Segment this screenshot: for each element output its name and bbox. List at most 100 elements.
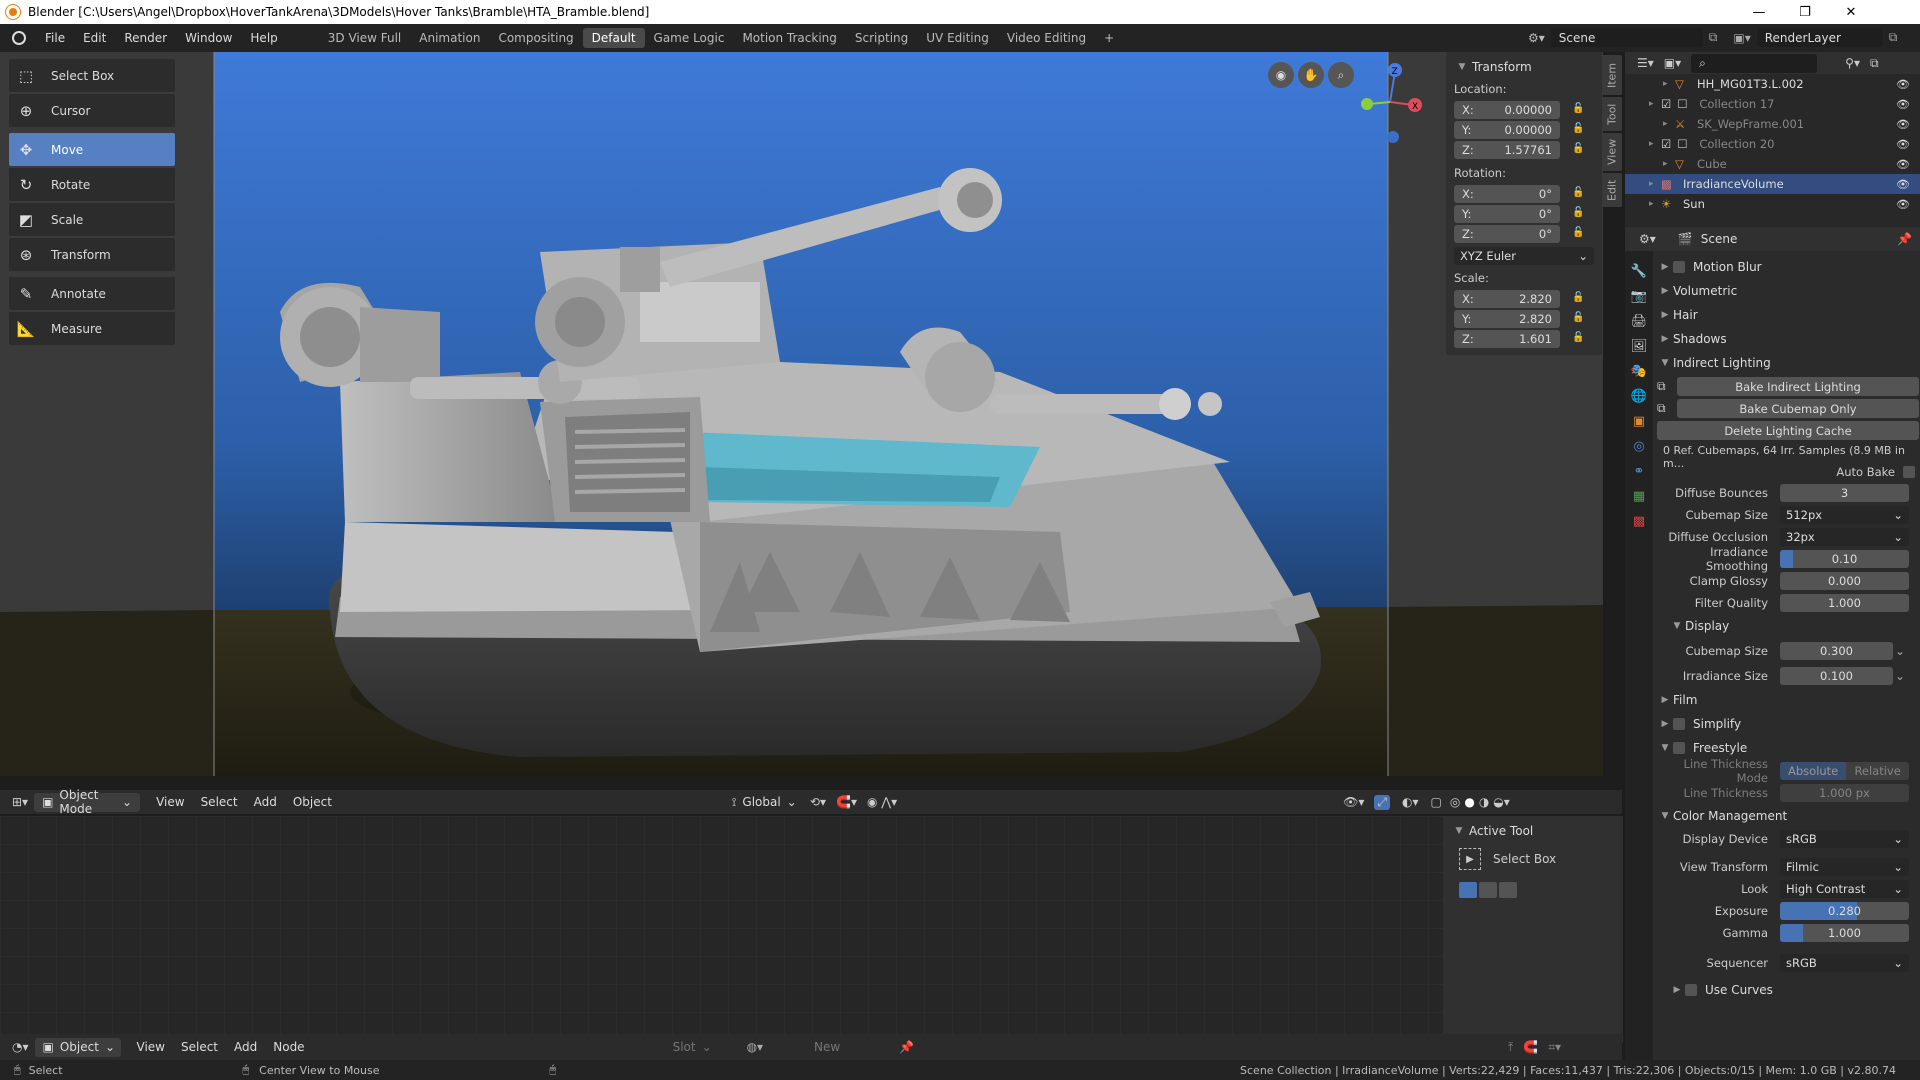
tool-measure[interactable]: 📐 Measure [9,312,175,345]
new-scene-icon[interactable]: ⧉ [1709,30,1718,45]
lock-icon[interactable]: 🔓 [1572,312,1586,326]
tool-cursor[interactable]: ⊕ Cursor [9,94,175,127]
pin-icon[interactable]: 📌 [1897,232,1912,246]
workspace-tab-motion-tracking[interactable]: Motion Tracking [733,28,845,48]
select-mode-new-icon[interactable] [1459,882,1477,898]
sidebar-tab-edit[interactable]: Edit [1602,173,1622,207]
pin-icon[interactable]: 📌 [899,1040,914,1054]
parent-node-icon[interactable]: ⤒ [1508,1040,1513,1055]
data-tab-icon[interactable]: ▦ [1628,485,1650,507]
workspace-tab-game-logic[interactable]: Game Logic [645,28,734,48]
section-shadows[interactable]: ▶ Shadows [1657,327,1919,351]
checkbox-icon[interactable] [1673,261,1685,273]
minimize-button[interactable]: — [1736,0,1782,24]
zoom-icon[interactable]: ⌕ [1328,62,1354,88]
display-mode-icon[interactable]: ▣▾ [1664,56,1681,70]
checkbox-icon[interactable]: ☑ [1661,97,1671,111]
maximize-button[interactable]: ❐ [1782,0,1828,24]
menu-edit[interactable]: Edit [74,31,115,45]
new-collection-icon[interactable]: ⧉ [1870,56,1879,71]
expand-arrow-icon[interactable]: ▸ [1649,99,1661,109]
field-slider[interactable]: 0.280 [1780,902,1909,920]
lock-icon[interactable]: 🔓 [1572,143,1586,157]
field-number[interactable]: 1.000 [1780,594,1909,612]
chevron-down-icon[interactable]: ⌄ [1895,644,1909,658]
eye-icon[interactable]: 👁 [1896,138,1910,151]
lock-icon[interactable]: 🔓 [1572,187,1586,201]
field-dropdown[interactable]: 32px ⌄ [1780,528,1909,546]
rotation-x-field[interactable]: X: 0° [1454,185,1560,203]
display-size-field[interactable]: 0.300 [1780,641,1893,660]
lock-icon[interactable]: 🔓 [1572,123,1586,137]
chevron-down-icon[interactable]: ⌄ [1895,669,1909,683]
camera-view-icon[interactable]: ◉ [1268,62,1294,88]
shading-solid-icon[interactable]: ● [1464,795,1474,809]
output-tab-icon[interactable]: 🖨 [1628,310,1650,332]
lock-icon[interactable]: 🔓 [1572,227,1586,241]
transform-orientation-dropdown[interactable]: ⟟ Global ⌄ [723,792,800,812]
outliner-row[interactable]: ▸ ⚔ SK_WepFrame.001 👁 [1625,114,1920,134]
tool-settings-tab-icon[interactable]: 🔧 [1628,260,1650,282]
pivot-icon[interactable]: ⟲▾ [810,795,826,809]
field-slider[interactable]: 0.10 [1780,550,1909,568]
scale-x-field[interactable]: X: 2.820 [1454,290,1560,308]
outliner-row[interactable]: ▸ ▩ IrradianceVolume 👁 [1625,174,1920,194]
render-layer-icon[interactable]: ▣▾ [1733,31,1750,45]
lock-icon[interactable]: 🔓 [1572,292,1586,306]
editor-type-icon[interactable]: ⚙▾ [1639,232,1656,246]
workspace-tab-uv-editing[interactable]: UV Editing [917,28,998,48]
workspace-tab-scripting[interactable]: Scripting [846,28,917,48]
lock-icon[interactable]: 🔓 [1572,103,1586,117]
field-dropdown[interactable]: 512px ⌄ [1780,506,1909,524]
section-film[interactable]: ▶ Film [1657,688,1919,712]
viewport-menu-view[interactable]: View [148,795,192,809]
location-y-field[interactable]: Y: 0.00000 [1454,121,1560,139]
viewport-menu-object[interactable]: Object [285,795,340,809]
expand-arrow-icon[interactable]: ▸ [1663,119,1675,129]
auto-bake-checkbox[interactable] [1903,466,1915,478]
shading-wireframe-icon[interactable]: ◎ [1450,795,1460,809]
xray-icon[interactable]: ▢ [1431,795,1442,809]
gizmo-icon[interactable]: ⤢ [1374,794,1390,810]
outliner-row[interactable]: ▸ ☑ ☐ Collection 20 👁 [1625,134,1920,154]
editor-type-icon[interactable]: ⊞▾ [12,795,28,809]
shading-material-icon[interactable]: ◑ [1479,795,1489,809]
section-color-management[interactable]: ▼ Color Management [1657,804,1919,828]
eye-icon[interactable]: 👁 [1896,98,1910,111]
outliner-row[interactable]: ▸ ▽ Cube 👁 [1625,154,1920,174]
checkbox-icon[interactable] [1673,742,1685,754]
menu-file[interactable]: File [36,31,74,45]
tool-transform[interactable]: ⊛ Transform [9,238,175,271]
eye-icon[interactable]: 👁 [1896,178,1910,191]
section-display[interactable]: ▼ Display [1657,614,1919,638]
section-motion-blur[interactable]: ▶ Motion Blur [1657,255,1919,279]
outliner[interactable]: ☰▾ ▣▾ ⌕ ⚲▾ ⧉ ▸ ▽ HH_MG01T3.L.002 👁 ▸ ☑ ☐ Collec… [1625,52,1920,227]
pan-hand-icon[interactable]: ✋ [1298,62,1324,88]
blender-menu-icon[interactable] [12,31,26,45]
workspace-tab-default[interactable]: Default [582,28,645,48]
location-z-field[interactable]: Z: 1.57761 [1454,141,1560,159]
field-dropdown[interactable]: High Contrast ⌄ [1780,880,1909,898]
editor-type-icon[interactable]: ☰▾ [1637,56,1654,70]
add-workspace-button[interactable]: + [1095,28,1123,48]
overlays-icon[interactable]: ◐▾ [1402,795,1419,809]
viewport-scene[interactable] [0,52,1603,776]
physics-tab-icon[interactable]: ◎ [1628,435,1650,457]
close-button[interactable]: ✕ [1828,0,1874,24]
eye-icon[interactable]: 👁 [1896,158,1910,171]
menu-window[interactable]: Window [176,31,241,45]
location-x-field[interactable]: X: 0.00000 [1454,101,1560,119]
node-menu-view[interactable]: View [129,1040,173,1054]
viewport-menu-select[interactable]: Select [193,795,246,809]
lock-icon[interactable]: 🔓 [1572,207,1586,221]
node-menu-select[interactable]: Select [173,1040,226,1054]
expand-arrow-icon[interactable]: ▸ [1663,159,1675,169]
eye-icon[interactable]: 👁 [1896,78,1910,91]
axis-gizmo[interactable]: Z X [1355,57,1425,147]
scene-icon[interactable]: ⚙▾ [1528,31,1545,45]
display-size-field[interactable]: 0.100 [1780,666,1893,685]
field-dropdown[interactable]: Filmic ⌄ [1780,858,1909,876]
material-icon[interactable]: ◍▾ [747,1040,764,1054]
shading-rendered-icon[interactable]: ◒▾ [1493,795,1510,809]
expand-arrow-icon[interactable]: ▸ [1649,179,1661,189]
